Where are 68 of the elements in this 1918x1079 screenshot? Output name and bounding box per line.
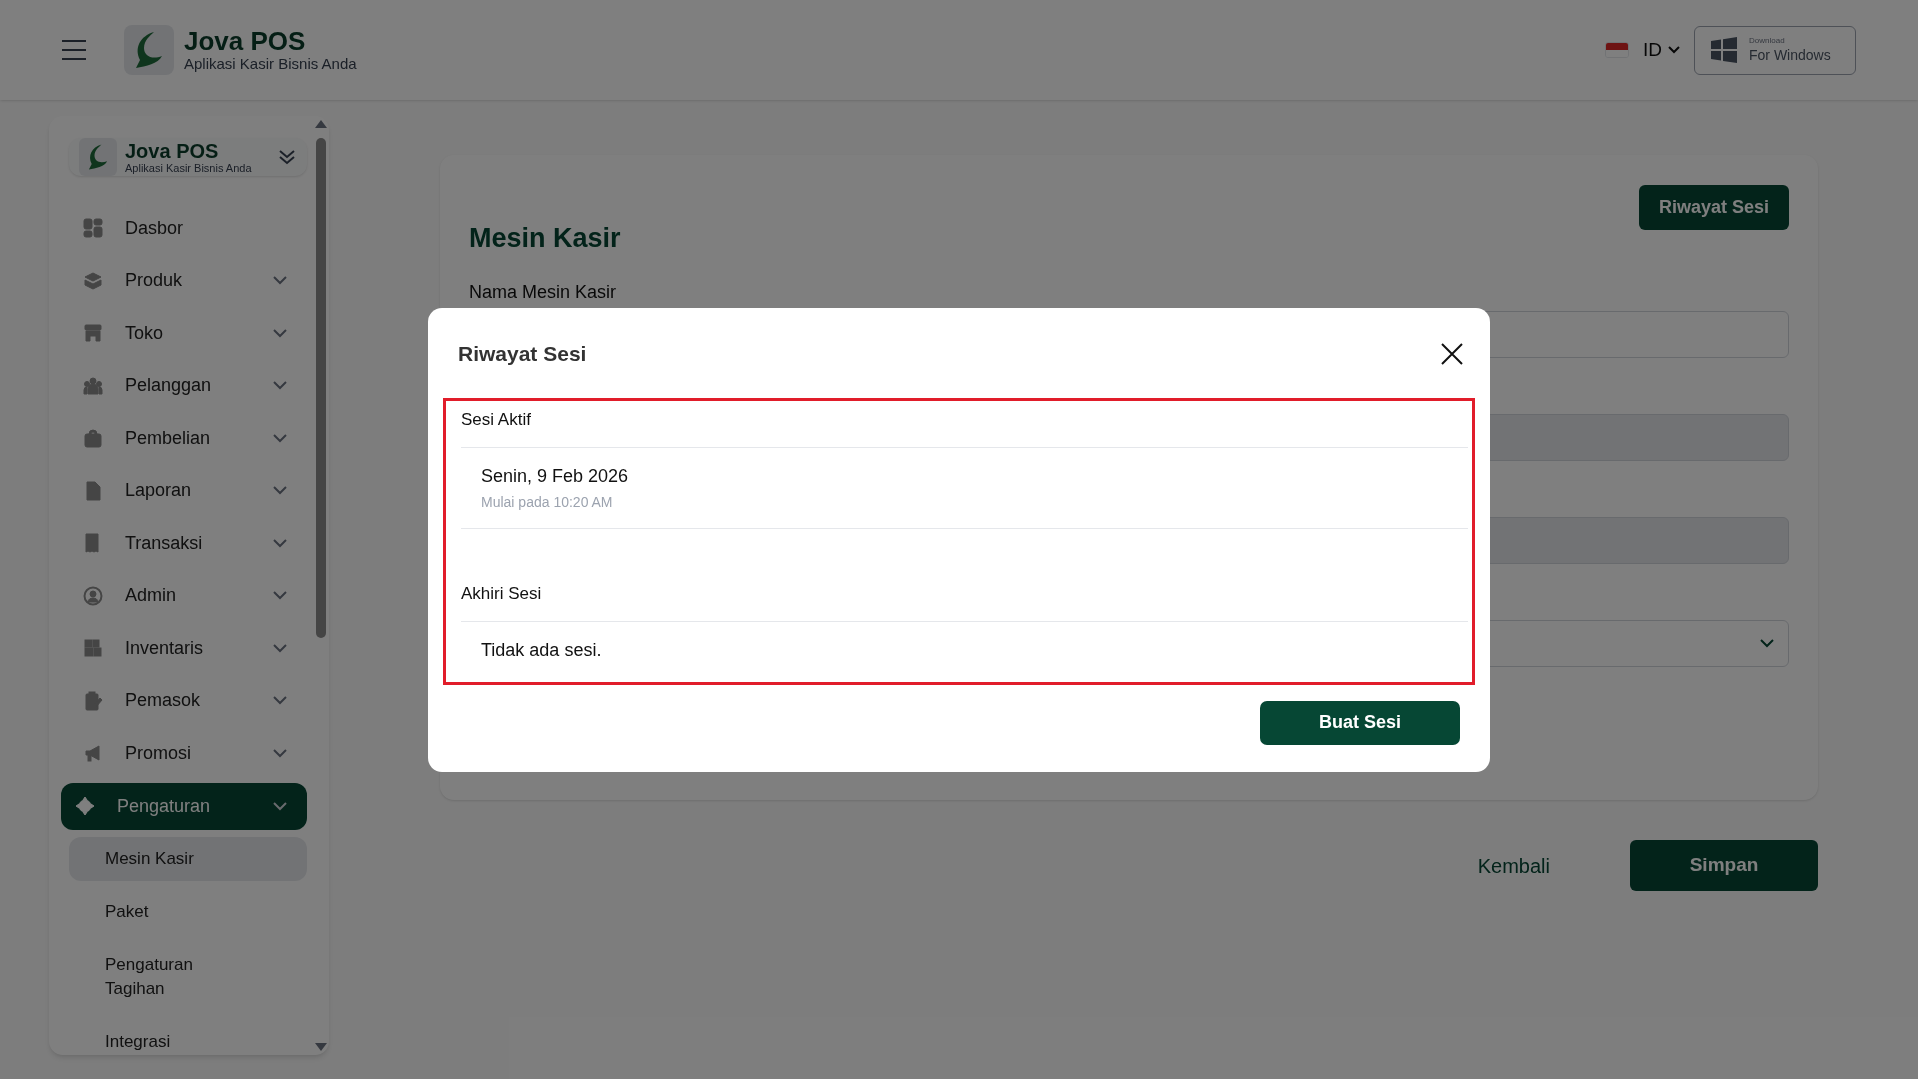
session-start-time: Mulai pada 10:20 AM <box>481 492 614 512</box>
sidebar-item[interactable]: Pembelian <box>69 412 307 465</box>
sidebar-item[interactable]: Pelanggan <box>69 359 307 412</box>
close-icon[interactable] <box>1440 341 1464 366</box>
menu-item-icon <box>83 480 103 501</box>
save-button[interactable]: Simpan <box>1630 840 1818 891</box>
section-heading: Sesi Aktif <box>461 400 1468 448</box>
menu-item-icon <box>83 743 103 764</box>
menu-item-icon <box>83 323 103 344</box>
brand-tagline: Aplikasi Kasir Bisnis Anda <box>184 55 357 73</box>
submenu-item[interactable]: Pengaturan Tagihan <box>69 942 269 1011</box>
brand-tagline: Aplikasi Kasir Bisnis Anda <box>125 161 252 175</box>
menu-icon[interactable] <box>62 40 86 60</box>
chevron-icon <box>273 276 287 286</box>
empty-message: Tidak ada sesi. <box>481 638 602 662</box>
chevron-icon <box>273 381 287 391</box>
menu-item-icon <box>83 270 103 291</box>
dialog-title: Riwayat Sesi <box>458 341 587 367</box>
menu-item-icon <box>75 796 95 816</box>
scroll-up-icon[interactable] <box>315 120 327 128</box>
chevron-icon <box>273 643 287 653</box>
sidebar-item[interactable]: Pemasok <box>69 674 307 727</box>
sidebar-item[interactable]: Produk <box>69 254 307 307</box>
menu-item-icon <box>83 638 103 659</box>
sidebar-item[interactable]: Pengaturan <box>61 782 307 830</box>
menu-item-icon <box>83 218 103 239</box>
language-selector[interactable]: ID <box>1643 35 1680 65</box>
chevron-icon <box>273 328 287 338</box>
menu-item-icon <box>83 375 103 396</box>
menu-item-icon <box>83 690 103 711</box>
page-title: Mesin Kasir <box>469 222 622 255</box>
field-label: Nama Mesin Kasir <box>469 280 618 303</box>
chevron-icon <box>273 591 287 601</box>
scrollbar-thumb[interactable] <box>316 138 326 638</box>
caret-icon <box>1668 46 1680 54</box>
submenu-item[interactable]: Mesin Kasir <box>69 836 307 881</box>
sidebar-item[interactable]: Admin <box>69 569 307 622</box>
submenu-item[interactable]: Paket <box>69 889 269 934</box>
menu-item-icon <box>83 428 103 449</box>
chevron-icon <box>273 538 287 548</box>
brand-name: Jova POS <box>125 139 220 162</box>
logo-icon <box>79 138 117 176</box>
submenu-item[interactable]: Integrasi <box>69 1019 269 1055</box>
collapse-icon[interactable] <box>277 147 297 167</box>
windows-icon <box>1711 37 1737 63</box>
sidebar-item[interactable]: Promosi <box>69 727 307 780</box>
logo-icon <box>124 25 174 75</box>
chevron-icon <box>273 748 287 758</box>
sidebar-item[interactable]: Toko <box>69 307 307 360</box>
download-button[interactable]: Download For Windows <box>1694 25 1856 75</box>
section-heading: Akhiri Sesi <box>461 528 1468 622</box>
chevron-icon <box>273 433 287 443</box>
session-date: Senin, 9 Feb 2026 <box>481 464 630 488</box>
chevron-icon <box>1760 638 1774 648</box>
menu-item-icon <box>83 585 103 606</box>
sidebar-item[interactable]: Laporan <box>69 464 307 517</box>
chevron-icon <box>273 801 287 811</box>
chevron-icon <box>273 486 287 496</box>
sidebar-item[interactable]: Inventaris <box>69 622 307 675</box>
chevron-icon <box>273 696 287 706</box>
scroll-down-icon[interactable] <box>315 1043 327 1051</box>
create-session-button[interactable]: Buat Sesi <box>1260 700 1460 745</box>
flag-icon <box>1605 42 1629 58</box>
back-button[interactable]: Kembali <box>1477 850 1550 881</box>
sidebar-item[interactable]: Dasbor <box>69 202 307 255</box>
history-button[interactable]: Riwayat Sesi <box>1638 185 1789 230</box>
sidebar-item[interactable]: Transaksi <box>69 517 307 570</box>
brand-name: Jova POS <box>184 27 307 55</box>
